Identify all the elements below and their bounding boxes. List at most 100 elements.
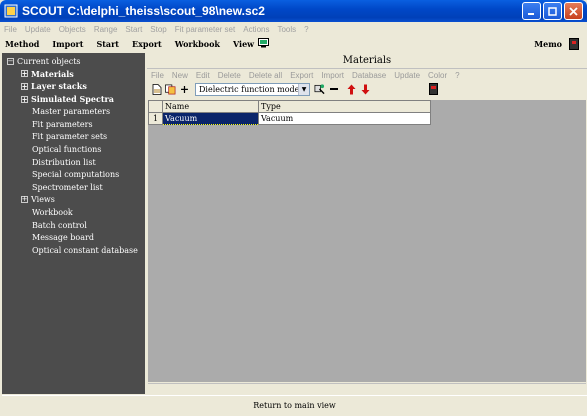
tree-item-label: Optical functions (32, 144, 102, 154)
title-bar: SCOUT C:\delphi_theiss\scout_98\new.sc2 (0, 0, 587, 22)
tree-item-materials[interactable]: + Materials (2, 68, 145, 81)
menu-objects[interactable]: Objects (59, 25, 86, 34)
memo-icon[interactable] (569, 38, 579, 50)
expand-icon[interactable]: + (21, 196, 28, 204)
maximize-button[interactable] (543, 2, 562, 20)
materials-panel: Materials File New Edit Delete Delete al… (147, 53, 587, 394)
tree-item-label: Message board (32, 233, 94, 243)
move-up-icon[interactable] (346, 83, 357, 95)
tree-item-label: Layer stacks (31, 81, 87, 92)
cell-name[interactable]: Vacuum (162, 112, 259, 125)
materials-table: Name Type 1 Vacuum Vacuum (148, 100, 431, 125)
menu-actions[interactable]: Actions (243, 25, 269, 34)
menu-stop[interactable]: Stop (150, 25, 166, 34)
tree-item-optical-functions[interactable]: Optical functions (2, 143, 145, 156)
toolbar-start[interactable]: Start (96, 39, 119, 49)
settings-icon[interactable] (314, 83, 325, 95)
monitor-icon[interactable] (258, 38, 270, 50)
database-icon[interactable] (429, 83, 438, 95)
menu-update[interactable]: Update (25, 25, 51, 34)
panel-menu-color[interactable]: Color (428, 71, 447, 80)
panel-menu-bar: File New Edit Delete Delete all Export I… (147, 69, 587, 81)
row-number[interactable]: 1 (148, 112, 163, 125)
menu-range[interactable]: Range (94, 25, 118, 34)
tree-item-label: Spectrometer list (32, 182, 103, 192)
move-down-icon[interactable] (360, 83, 371, 95)
tree-item-fit-parameter-sets[interactable]: Fit parameter sets (2, 131, 145, 144)
open-file-icon[interactable] (151, 83, 162, 95)
menu-tools[interactable]: Tools (277, 25, 296, 34)
panel-menu-export[interactable]: Export (290, 71, 313, 80)
minimize-button[interactable] (522, 2, 541, 20)
menu-fit-parameter-set[interactable]: Fit parameter set (175, 25, 235, 34)
tree-item-distribution-list[interactable]: Distribution list (2, 156, 145, 169)
panel-menu-file[interactable]: File (151, 71, 164, 80)
tree-root[interactable]: − Current objects (2, 55, 145, 68)
tree-item-label: Master parameters (32, 107, 111, 117)
tree-item-label: Simulated Spectra (31, 94, 114, 105)
panel-menu-database[interactable]: Database (352, 71, 386, 80)
panel-menu-new[interactable]: New (172, 71, 188, 80)
type-select[interactable]: Dielectric function model ▼ (195, 82, 310, 96)
tree-item-fit-parameters[interactable]: Fit parameters (2, 118, 145, 131)
panel-menu-delete-all[interactable]: Delete all (249, 71, 282, 80)
return-button-label: Return to main view (253, 400, 336, 410)
toolbar-view[interactable]: View (233, 39, 254, 49)
tree-item-label: Batch control (32, 220, 87, 230)
toolbar-method[interactable]: Method (5, 39, 39, 49)
main-menu-bar: File Update Objects Range Start Stop Fit… (0, 22, 587, 36)
collapse-icon[interactable]: − (7, 57, 14, 65)
tree-item-master-parameters[interactable]: Master parameters (2, 105, 145, 118)
app-icon (4, 4, 18, 18)
column-header-name[interactable]: Name (162, 100, 259, 113)
tree-item-label: Views (31, 195, 55, 205)
chevron-down-icon[interactable]: ▼ (298, 83, 309, 95)
tree-item-message-board[interactable]: Message board (2, 231, 145, 244)
table-row[interactable]: 1 Vacuum Vacuum (148, 112, 431, 125)
toolbar-export[interactable]: Export (132, 39, 162, 49)
menu-file[interactable]: File (4, 25, 17, 34)
remove-icon[interactable] (328, 83, 339, 95)
return-to-main-view-button[interactable]: Return to main view (2, 395, 587, 414)
tree-item-label: Special computations (32, 170, 120, 180)
expand-icon[interactable]: + (21, 95, 28, 103)
tree-item-layer-stacks[interactable]: + Layer stacks (2, 80, 145, 93)
materials-grid-area: Name Type 1 Vacuum Vacuum (148, 100, 586, 382)
panel-toolbar: + Dielectric function model ▼ (147, 81, 587, 97)
menu-start[interactable]: Start (125, 25, 142, 34)
toolbar-import[interactable]: Import (52, 39, 83, 49)
tree-item-workbook[interactable]: Workbook (2, 206, 145, 219)
add-icon[interactable]: + (179, 83, 190, 96)
tree-item-simulated-spectra[interactable]: + Simulated Spectra (2, 93, 145, 106)
copy-icon[interactable] (165, 83, 176, 95)
menu-help[interactable]: ? (304, 25, 308, 34)
tree-item-batch-control[interactable]: Batch control (2, 219, 145, 232)
tree-item-optical-constant-database[interactable]: Optical constant database (2, 244, 145, 257)
expand-icon[interactable]: + (21, 70, 28, 78)
cell-type[interactable]: Vacuum (258, 112, 431, 125)
row-number-header (148, 100, 163, 113)
panel-title: Materials (147, 53, 587, 69)
tree-item-special-computations[interactable]: Special computations (2, 168, 145, 181)
tree-item-spectrometer-list[interactable]: Spectrometer list (2, 181, 145, 194)
toolbar-workbook[interactable]: Workbook (175, 39, 220, 49)
tree-item-label: Optical constant database (32, 245, 138, 255)
tree-item-label: Workbook (32, 207, 73, 217)
tree-item-views[interactable]: + Views (2, 194, 145, 207)
type-select-value: Dielectric function model (199, 84, 302, 94)
close-button[interactable] (564, 2, 583, 20)
tree-item-label: Distribution list (32, 157, 96, 167)
tree-item-label: Fit parameter sets (32, 132, 108, 142)
horizontal-scrollbar[interactable] (148, 383, 586, 392)
object-tree: − Current objects + Materials + Layer st… (2, 53, 145, 394)
panel-menu-help[interactable]: ? (455, 71, 459, 80)
panel-menu-import[interactable]: Import (321, 71, 344, 80)
expand-icon[interactable]: + (21, 82, 28, 90)
panel-menu-edit[interactable]: Edit (196, 71, 210, 80)
table-header-row: Name Type (148, 100, 431, 113)
toolbar: Method Import Start Export Workbook View… (0, 36, 587, 52)
panel-menu-delete[interactable]: Delete (218, 71, 241, 80)
toolbar-memo[interactable]: Memo (534, 39, 562, 49)
column-header-type[interactable]: Type (258, 100, 431, 113)
panel-menu-update[interactable]: Update (394, 71, 420, 80)
